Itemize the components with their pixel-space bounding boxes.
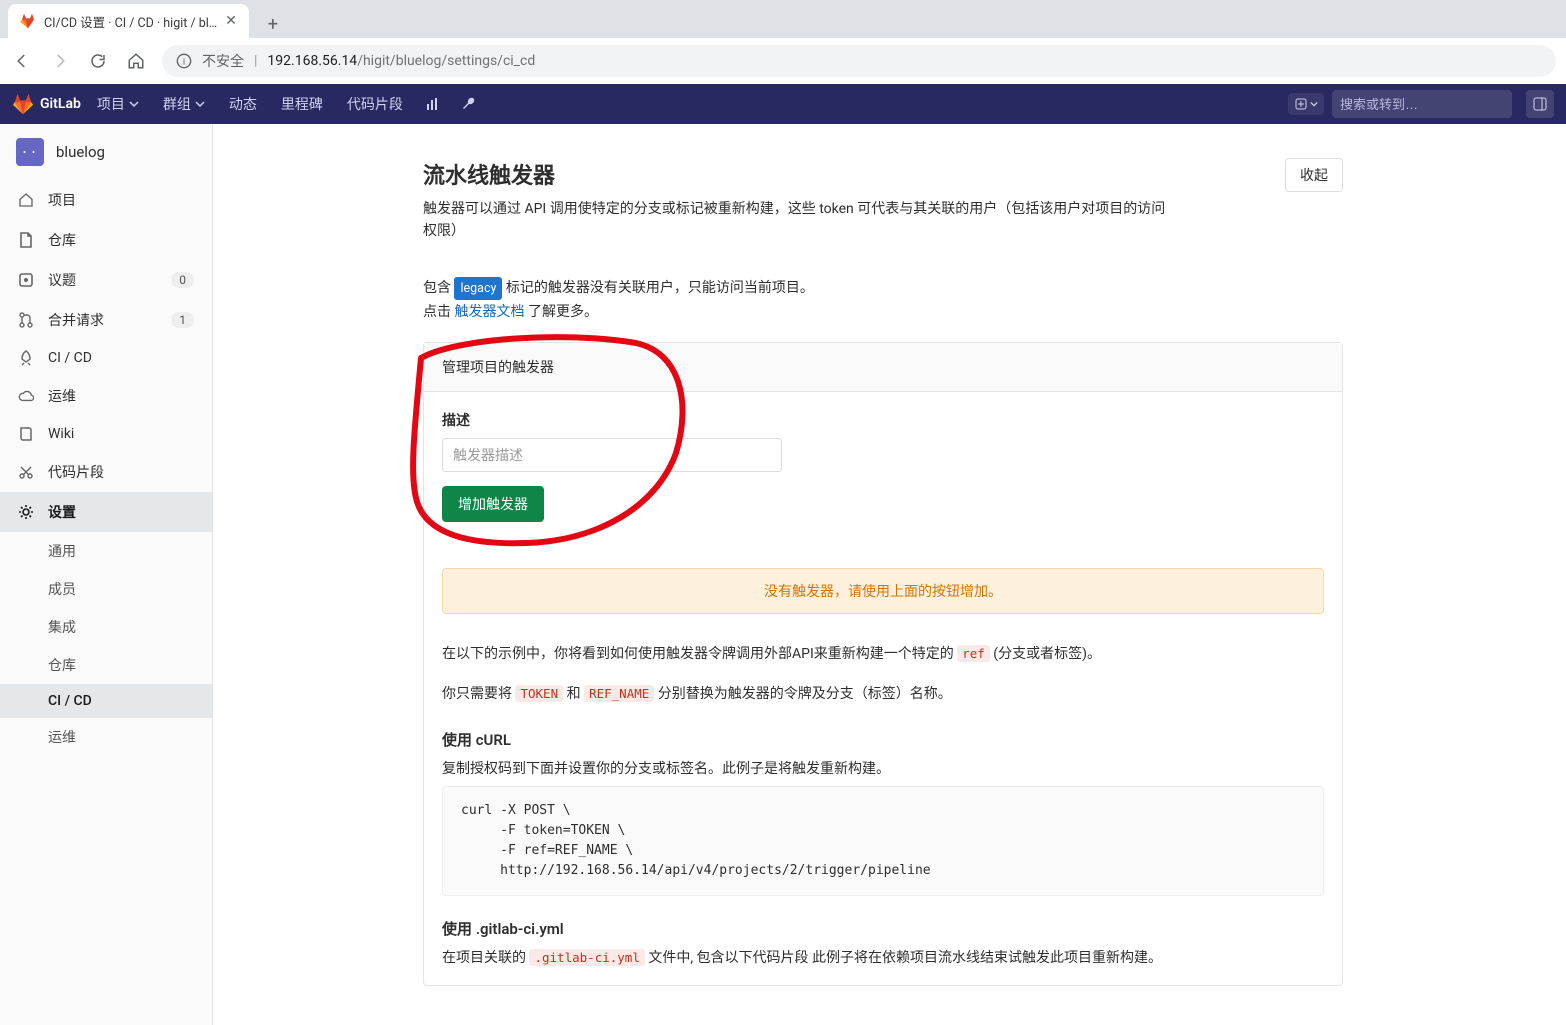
- legacy-badge: legacy: [454, 277, 502, 300]
- insecure-label: 不安全: [202, 51, 244, 71]
- back-button[interactable]: [10, 49, 34, 73]
- settings-sub-integrations[interactable]: 集成: [48, 608, 212, 646]
- home-button[interactable]: [124, 49, 148, 73]
- project-sidebar: • • bluelog 项目 仓库 议题0 合并请求1 CI / CD 运维 W…: [0, 124, 213, 1025]
- curl-code-block[interactable]: curl -X POST \ -F token=TOKEN \ -F ref=R…: [442, 786, 1324, 897]
- nav-graph-icon[interactable]: [419, 84, 447, 124]
- search-input[interactable]: [1340, 97, 1516, 112]
- settings-sub-repository[interactable]: 仓库: [48, 646, 212, 684]
- nav-search[interactable]: [1332, 90, 1512, 118]
- add-trigger-button[interactable]: 增加触发器: [442, 486, 544, 522]
- settings-sub-members[interactable]: 成员: [48, 570, 212, 608]
- sidebar-item-cicd[interactable]: CI / CD: [0, 340, 212, 376]
- sidebar-item-issues[interactable]: 议题0: [0, 260, 212, 300]
- code-ref: ref: [957, 645, 990, 662]
- sidebar-item-wiki[interactable]: Wiki: [0, 416, 212, 452]
- forward-button[interactable]: [48, 49, 72, 73]
- rocket-icon: [18, 350, 34, 366]
- settings-submenu: 通用 成员 集成 仓库 CI / CD 运维: [0, 532, 212, 756]
- nav-activity[interactable]: 动态: [221, 84, 265, 124]
- merge-icon: [18, 312, 34, 328]
- settings-sub-cicd[interactable]: CI / CD: [0, 684, 212, 718]
- trigger-docs-link[interactable]: 触发器文档: [454, 304, 524, 320]
- issues-badge: 0: [171, 272, 194, 288]
- description-label: 描述: [442, 410, 1324, 430]
- mr-badge: 1: [171, 312, 194, 328]
- nav-groups[interactable]: 群组: [155, 84, 213, 124]
- main-content: 流水线触发器 触发器可以通过 API 调用使特定的分支或标记被重新构建，这些 t…: [213, 124, 1566, 1025]
- section-description: 触发器可以通过 API 调用使特定的分支或标记被重新构建，这些 token 可代…: [423, 198, 1175, 243]
- issues-icon: [18, 272, 34, 288]
- example-paragraph-1: 在以下的示例中，你将看到如何使用触发器令牌调用外部API来重新构建一个特定的 r…: [442, 642, 1324, 667]
- yml-description: 在项目关联的 .gitlab-ci.yml 文件中, 包含以下代码片段 此例子将…: [442, 947, 1324, 967]
- gitlab-brand[interactable]: GitLab: [12, 93, 81, 115]
- example-paragraph-2: 你只需要将 TOKEN 和 REF_NAME 分别替换为触发器的令牌及分支（标签…: [442, 682, 1324, 707]
- gear-icon: [18, 504, 34, 520]
- sidebar-item-project[interactable]: 项目: [0, 180, 212, 220]
- browser-tab[interactable]: CI/CD 设置 · CI / CD · higit / bl… ✕: [8, 4, 249, 38]
- close-icon[interactable]: ✕: [225, 13, 237, 29]
- yml-heading: 使用 .gitlab-ci.yml: [442, 918, 1324, 939]
- project-name: bluelog: [56, 143, 105, 161]
- code-token: TOKEN: [515, 685, 563, 702]
- svg-text:i: i: [183, 56, 185, 67]
- sidebar-item-merge-requests[interactable]: 合并请求1: [0, 300, 212, 340]
- site-info-icon[interactable]: i: [176, 53, 192, 69]
- home-icon: [18, 192, 34, 208]
- sidebar-item-repository[interactable]: 仓库: [0, 220, 212, 260]
- curl-heading: 使用 cURL: [442, 729, 1324, 750]
- omnibox[interactable]: i 不安全 | 192.168.56.14/higit/bluelog/sett…: [162, 45, 1556, 77]
- tab-title: CI/CD 设置 · CI / CD · higit / bl…: [44, 12, 217, 31]
- settings-sub-operations[interactable]: 运维: [48, 718, 212, 756]
- book-icon: [18, 426, 34, 442]
- cloud-icon: [18, 390, 34, 402]
- curl-description: 复制授权码到下面并设置你的分支或标签名。此例子是将触发重新构建。: [442, 758, 1324, 778]
- settings-sub-general[interactable]: 通用: [48, 532, 212, 570]
- address-bar: i 不安全 | 192.168.56.14/higit/bluelog/sett…: [0, 38, 1566, 84]
- sidebar-item-snippets[interactable]: 代码片段: [0, 452, 212, 492]
- section-title: 流水线触发器: [423, 158, 1175, 190]
- browser-chrome: CI/CD 设置 · CI / CD · higit / bl… ✕ + i 不…: [0, 0, 1566, 84]
- page-body: • • bluelog 项目 仓库 议题0 合并请求1 CI / CD 运维 W…: [0, 124, 1566, 1025]
- nav-milestones[interactable]: 里程碑: [273, 84, 331, 124]
- brand-text: GitLab: [40, 96, 81, 112]
- sidebar-item-operations[interactable]: 运维: [0, 376, 212, 416]
- sidebar-item-settings[interactable]: 设置: [0, 492, 212, 532]
- nav-projects[interactable]: 项目: [89, 84, 147, 124]
- scissors-icon: [18, 464, 34, 480]
- legacy-paragraph: 包含 legacy 标记的触发器没有关联用户，只能访问当前项目。 点击 触发器文…: [423, 277, 1343, 325]
- new-tab-button[interactable]: +: [259, 10, 287, 38]
- collapse-button[interactable]: 收起: [1285, 158, 1343, 192]
- tab-strip: CI/CD 设置 · CI / CD · higit / bl… ✕ +: [0, 0, 1566, 38]
- sidebar-header[interactable]: • • bluelog: [0, 124, 212, 180]
- reload-button[interactable]: [86, 49, 110, 73]
- nav-wrench-icon[interactable]: [455, 84, 483, 124]
- trigger-description-input[interactable]: [442, 438, 782, 472]
- code-gitlab-ci-yml: .gitlab-ci.yml: [529, 949, 644, 966]
- gitlab-topnav: GitLab 项目 群组 动态 里程碑 代码片段: [0, 84, 1566, 124]
- project-avatar: • •: [16, 138, 44, 166]
- code-refname: REF_NAME: [584, 685, 654, 702]
- nav-snippets[interactable]: 代码片段: [339, 84, 411, 124]
- url: 192.168.56.14/higit/bluelog/settings/ci_…: [267, 53, 535, 69]
- nav-plus-button[interactable]: [1288, 93, 1324, 115]
- no-triggers-alert: 没有触发器，请使用上面的按钮增加。: [442, 568, 1324, 614]
- nav-sidebar-toggle-icon[interactable]: [1526, 90, 1554, 118]
- triggers-panel: 管理项目的触发器 描述 增加触发器 没有触发器，请使用上面的按钮增加。 在以下的…: [423, 342, 1343, 986]
- panel-header: 管理项目的触发器: [424, 343, 1342, 392]
- gitlab-favicon: [20, 13, 36, 29]
- separator: |: [254, 53, 257, 69]
- file-icon: [18, 232, 34, 248]
